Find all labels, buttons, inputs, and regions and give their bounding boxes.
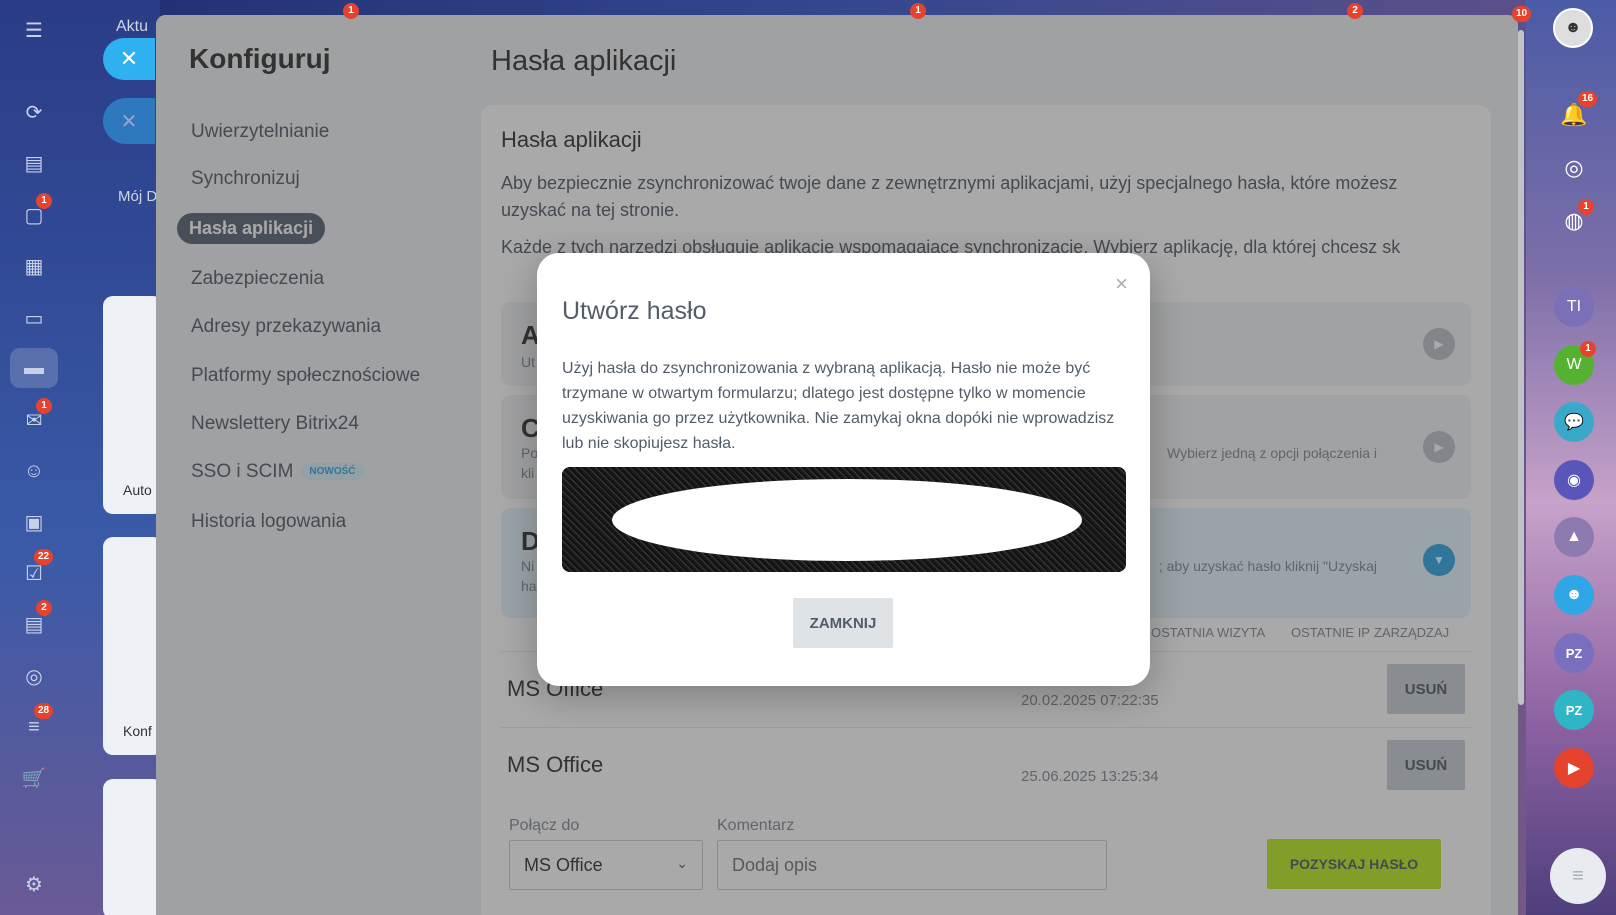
feed-icon[interactable]: ▤ — [14, 143, 54, 183]
behind-card-1: Auto — [103, 296, 163, 514]
tasks-badge: 22 — [34, 549, 54, 565]
automation-icon[interactable]: ≡ 28 — [14, 703, 54, 747]
mail-icon[interactable]: ✉ 1 — [14, 398, 54, 440]
video-call-icon[interactable]: ▶ — [1554, 748, 1594, 788]
messenger-icon[interactable]: ▢ 1 — [14, 193, 54, 235]
avatar-initials: TI — [1566, 298, 1582, 315]
behind-card-1-label: Auto — [123, 482, 152, 498]
docs-icon[interactable]: ▭ — [14, 298, 54, 338]
hamburger-menu-icon[interactable]: ☰ — [14, 10, 54, 50]
calendar-icon[interactable]: ▦ — [14, 246, 54, 286]
settings-gear-icon[interactable]: ⚙ — [14, 864, 54, 904]
menu-list-icon[interactable]: ≡ — [1550, 848, 1606, 904]
shop-cart-icon[interactable]: 🛒 — [14, 758, 54, 798]
reports-badge: 2 — [36, 600, 52, 616]
chat-badge: 1 — [1578, 199, 1594, 215]
avatar-initials: PZ — [1565, 702, 1583, 718]
behind-card-3 — [103, 779, 163, 915]
bell-icon[interactable]: 🔔 16 — [1556, 91, 1598, 133]
reports-icon[interactable]: ▤ 2 — [14, 600, 54, 644]
behind-card-2: Konf — [103, 537, 163, 755]
top-badge: 1 — [910, 3, 926, 19]
avatar-icon: ☻ — [1564, 19, 1582, 36]
top-badge: 2 — [1347, 3, 1363, 19]
contact-avatar[interactable]: TI — [1554, 287, 1594, 327]
sites-icon[interactable]: ▣ — [14, 502, 54, 542]
top-badge: 1 — [343, 3, 359, 19]
left-menu-rail: ☰ ⟳ ▤ ▢ 1 ▦ ▭ ▬ ✉ 1 ☺ ▣ ☑ 22 ▤ 2 ◎ ≡ 28 🛒 ⚙ — [0, 0, 68, 915]
user-avatar[interactable]: ☻ — [1553, 8, 1593, 48]
tasks-icon[interactable]: ☑ 22 — [14, 549, 54, 593]
goals-icon[interactable]: ◎ — [14, 656, 54, 696]
w-badge: 1 — [1580, 341, 1596, 357]
slider-close-button[interactable]: ✕ — [103, 38, 155, 80]
generated-password-redacted — [562, 467, 1126, 572]
avatar-initials: W — [1566, 356, 1582, 373]
ai-flow-icon[interactable]: ⟳ — [14, 92, 54, 132]
behind-page-title: Aktu — [116, 18, 149, 35]
top-badge: 10 — [1512, 6, 1532, 22]
notif-badge: 16 — [1578, 91, 1598, 107]
close-dialog-button[interactable]: ZAMKNIJ — [793, 598, 893, 648]
contact-avatar[interactable]: PZ — [1554, 690, 1594, 730]
close-icon: ✕ — [119, 46, 139, 71]
slider-close-button-secondary[interactable]: ✕ — [103, 98, 155, 144]
create-password-dialog: × Utwórz hasło Użyj hasła do zsynchroniz… — [537, 253, 1150, 686]
feed-badge: 28 — [34, 703, 54, 719]
dialog-message: Użyj hasła do zsynchronizowania z wybran… — [562, 360, 1115, 452]
inventory-icon[interactable]: ▬ — [10, 348, 58, 388]
avatar-initials: PZ — [1565, 645, 1583, 661]
contact-avatar[interactable]: W1 — [1554, 341, 1596, 385]
copilot-icon[interactable]: ◎ — [1556, 150, 1592, 186]
slider-scrollbar[interactable] — [1518, 30, 1524, 705]
chat-badge: 1 — [36, 193, 52, 209]
dialog-title: Utwórz hasło — [562, 297, 707, 325]
close-icon[interactable]: × — [1115, 271, 1128, 297]
behind-card-2-label: Konf — [123, 723, 152, 739]
chat-search-icon[interactable]: ◍ 1 — [1556, 199, 1594, 239]
group-icon[interactable]: ☻ — [1554, 575, 1594, 615]
employees-icon[interactable]: ☺ — [14, 451, 54, 491]
landscape-avatar[interactable]: ▲ — [1554, 517, 1594, 557]
chat-bubble-icon[interactable]: 💬 — [1554, 402, 1594, 442]
close-icon: ✕ — [120, 110, 138, 133]
mail-badge: 1 — [36, 398, 52, 414]
contact-avatar[interactable]: PZ — [1554, 633, 1594, 673]
behind-page-tab: Mój D — [118, 188, 158, 205]
open-channel-icon[interactable]: ◉ — [1554, 460, 1594, 500]
